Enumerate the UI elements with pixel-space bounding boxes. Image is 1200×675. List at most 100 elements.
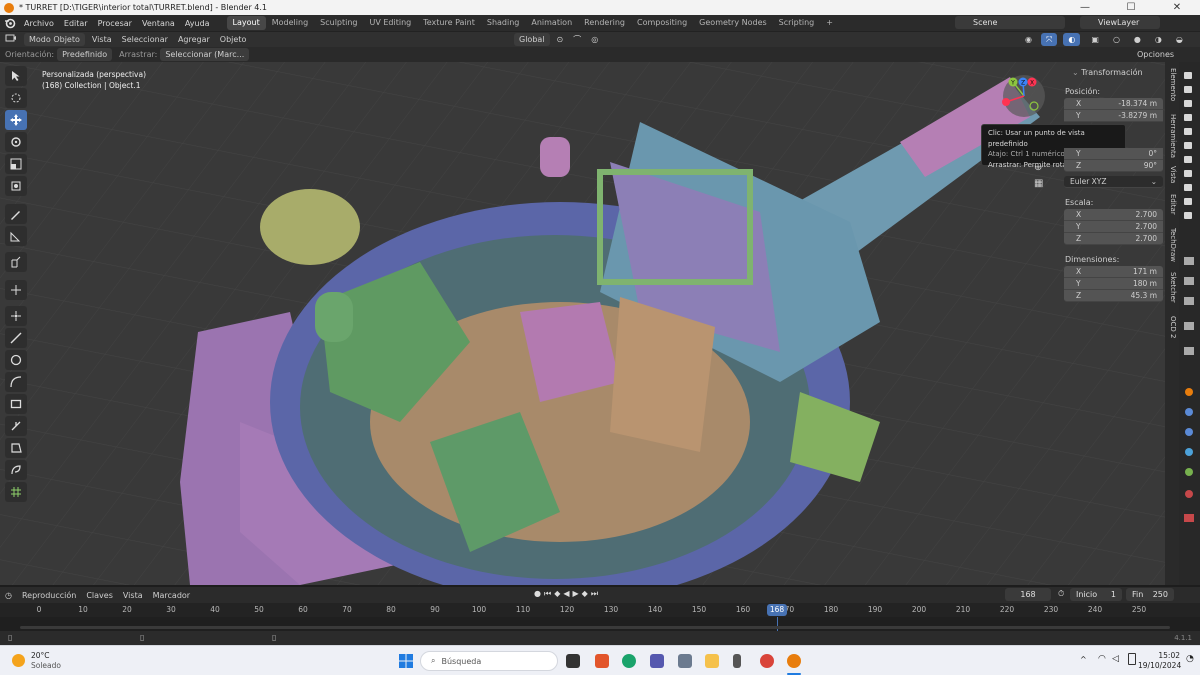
menu-ventana[interactable]: Ventana bbox=[137, 19, 180, 28]
calculator-icon[interactable] bbox=[678, 654, 692, 668]
menu-objeto[interactable]: Objeto bbox=[215, 33, 252, 46]
end-frame-field[interactable]: Fin 250 bbox=[1126, 588, 1174, 601]
tab-compositing[interactable]: Compositing bbox=[631, 16, 693, 30]
select-box-tool-icon[interactable] bbox=[5, 66, 27, 86]
pivot-point-icon[interactable]: ⊙ bbox=[552, 33, 569, 46]
orientation-dropdown[interactable]: Predefinido bbox=[57, 48, 113, 61]
auto-key-icon[interactable]: ● bbox=[534, 589, 541, 599]
timeline-scrollbar[interactable] bbox=[20, 626, 1170, 629]
position-y-field[interactable]: Y -3.8279 m bbox=[1064, 110, 1163, 122]
tab-sculpting[interactable]: Sculpting bbox=[314, 16, 363, 30]
tab-texture-paint[interactable]: Texture Paint bbox=[417, 16, 481, 30]
measure-tool-icon[interactable] bbox=[5, 226, 27, 246]
tab-ocd2[interactable]: OCD 2 bbox=[1167, 316, 1177, 338]
tab-layout[interactable]: Layout bbox=[226, 16, 266, 30]
menu-vista[interactable]: Vista bbox=[87, 33, 117, 46]
tab-techdraw[interactable]: TechDraw bbox=[1167, 228, 1177, 262]
menu-claves[interactable]: Claves bbox=[81, 589, 118, 602]
overlay-toggle-icon[interactable]: ◐ bbox=[1063, 33, 1081, 46]
tab-scripting[interactable]: Scripting bbox=[773, 16, 821, 30]
snap-icon[interactable]: ⌒ bbox=[568, 33, 586, 46]
scale-z-field[interactable]: Z 2.700 bbox=[1064, 233, 1163, 245]
tab-uv-editing[interactable]: UV Editing bbox=[364, 16, 418, 30]
tab-geometry-nodes[interactable]: Geometry Nodes bbox=[693, 16, 772, 30]
blender-logo-icon[interactable] bbox=[3, 16, 17, 30]
wifi-icon[interactable]: ◠ bbox=[1098, 654, 1106, 664]
play-reverse-icon[interactable]: ◀ bbox=[563, 589, 569, 599]
prev-key-icon[interactable]: ◆ bbox=[554, 589, 560, 599]
minimize-button[interactable]: — bbox=[1062, 0, 1108, 15]
mode-dropdown[interactable]: Modo Objeto bbox=[24, 33, 85, 46]
grid-tool-icon[interactable] bbox=[5, 482, 27, 502]
tab-vista[interactable]: Vista bbox=[1167, 166, 1177, 183]
add-cube-tool-icon[interactable] bbox=[5, 252, 27, 272]
shading-wireframe-icon[interactable]: ○ bbox=[1108, 33, 1125, 46]
menu-editar[interactable]: Editar bbox=[59, 19, 93, 28]
start-frame-field[interactable]: Inicio 1 bbox=[1070, 588, 1122, 601]
playhead-label[interactable]: 168 bbox=[767, 604, 787, 616]
microphone-app-icon[interactable] bbox=[733, 654, 741, 668]
weather-sun-icon[interactable] bbox=[12, 654, 25, 667]
battery-icon[interactable] bbox=[1128, 653, 1136, 665]
menu-archivo[interactable]: Archivo bbox=[19, 19, 59, 28]
rotation-mode-dropdown[interactable]: Euler XYZ ⌄ bbox=[1064, 176, 1163, 188]
navigation-gizmo[interactable]: Y Z X bbox=[1000, 74, 1048, 118]
tab-elemento[interactable]: Elemento bbox=[1167, 68, 1177, 101]
spiral-tool-icon[interactable] bbox=[5, 460, 27, 480]
menu-vista-timeline[interactable]: Vista bbox=[118, 589, 148, 602]
transform-orientation-dropdown[interactable]: Global bbox=[514, 33, 550, 46]
current-frame-field[interactable]: 168 bbox=[1005, 588, 1051, 601]
jump-end-icon[interactable]: ⏭ bbox=[591, 589, 598, 599]
shading-solid-icon[interactable]: ● bbox=[1129, 33, 1146, 46]
chevron-up-icon[interactable]: ^ bbox=[1080, 655, 1087, 664]
notifications-icon[interactable]: ◔ bbox=[1186, 654, 1194, 664]
timer-icon[interactable]: ⏱ bbox=[1058, 589, 1064, 599]
jump-start-icon[interactable]: ⏮ bbox=[544, 589, 551, 599]
tab-shading[interactable]: Shading bbox=[481, 16, 526, 30]
menu-agregar[interactable]: Agregar bbox=[173, 33, 215, 46]
menu-procesar[interactable]: Procesar bbox=[93, 19, 137, 28]
play-icon[interactable]: ▶ bbox=[573, 589, 579, 599]
rotate-tool-icon[interactable] bbox=[5, 132, 27, 152]
proportional-editing-icon[interactable]: ◎ bbox=[586, 33, 603, 46]
tab-modeling[interactable]: Modeling bbox=[266, 16, 314, 30]
polygon-tool-icon[interactable] bbox=[5, 438, 27, 458]
edge-browser-icon[interactable] bbox=[622, 654, 636, 668]
move-tool-icon[interactable] bbox=[5, 110, 27, 130]
transform-tool-icon[interactable] bbox=[5, 176, 27, 196]
app-pinned-icon[interactable] bbox=[595, 654, 609, 668]
teams-icon[interactable] bbox=[650, 654, 664, 668]
scale-x-field[interactable]: X 2.700 bbox=[1064, 209, 1163, 221]
tab-rendering[interactable]: Rendering bbox=[578, 16, 631, 30]
close-button[interactable]: ✕ bbox=[1154, 0, 1200, 15]
scale-y-field[interactable]: Y 2.700 bbox=[1064, 221, 1163, 233]
taskbar-search[interactable]: ⌕ Búsqueda bbox=[420, 651, 558, 671]
maximize-button[interactable]: ☐ bbox=[1108, 0, 1154, 15]
shading-rendered-icon[interactable]: ◒ bbox=[1171, 33, 1188, 46]
tab-herramienta[interactable]: Herramienta bbox=[1167, 114, 1177, 158]
extrude-tool-icon[interactable] bbox=[5, 280, 27, 300]
trim-tool-icon[interactable] bbox=[5, 416, 27, 436]
scale-tool-icon[interactable] bbox=[5, 154, 27, 174]
dimensions-y-field[interactable]: Y 180 m bbox=[1064, 278, 1163, 290]
chrome-icon[interactable] bbox=[760, 654, 774, 668]
tab-animation[interactable]: Animation bbox=[525, 16, 578, 30]
tab-sketcher[interactable]: Sketcher bbox=[1167, 272, 1177, 303]
camera-grid-icon[interactable]: ▦ bbox=[1034, 178, 1043, 189]
task-view-icon[interactable] bbox=[566, 654, 580, 668]
editor-type-icon[interactable] bbox=[0, 33, 24, 46]
transform-section-header[interactable]: ⌄ Transformación bbox=[1072, 68, 1165, 77]
rotation-y-field[interactable]: Y 0° bbox=[1064, 148, 1163, 160]
add-point-tool-icon[interactable] bbox=[5, 306, 27, 326]
file-explorer-icon[interactable] bbox=[705, 654, 719, 668]
options-dropdown[interactable]: Opciones bbox=[1132, 48, 1179, 61]
next-key-icon[interactable]: ◆ bbox=[582, 589, 588, 599]
add-circle-tool-icon[interactable] bbox=[5, 350, 27, 370]
add-workspace-button[interactable]: + bbox=[820, 16, 839, 30]
clock[interactable]: 15:02 19/10/2024 bbox=[1138, 651, 1181, 671]
visibility-icon[interactable]: ◉ bbox=[1020, 33, 1037, 46]
xray-icon[interactable]: ▣ bbox=[1086, 33, 1104, 46]
add-arc-tool-icon[interactable] bbox=[5, 372, 27, 392]
rotation-z-field[interactable]: Z 90° bbox=[1064, 160, 1163, 172]
viewlayer-selector[interactable]: ViewLayer bbox=[1080, 16, 1160, 29]
